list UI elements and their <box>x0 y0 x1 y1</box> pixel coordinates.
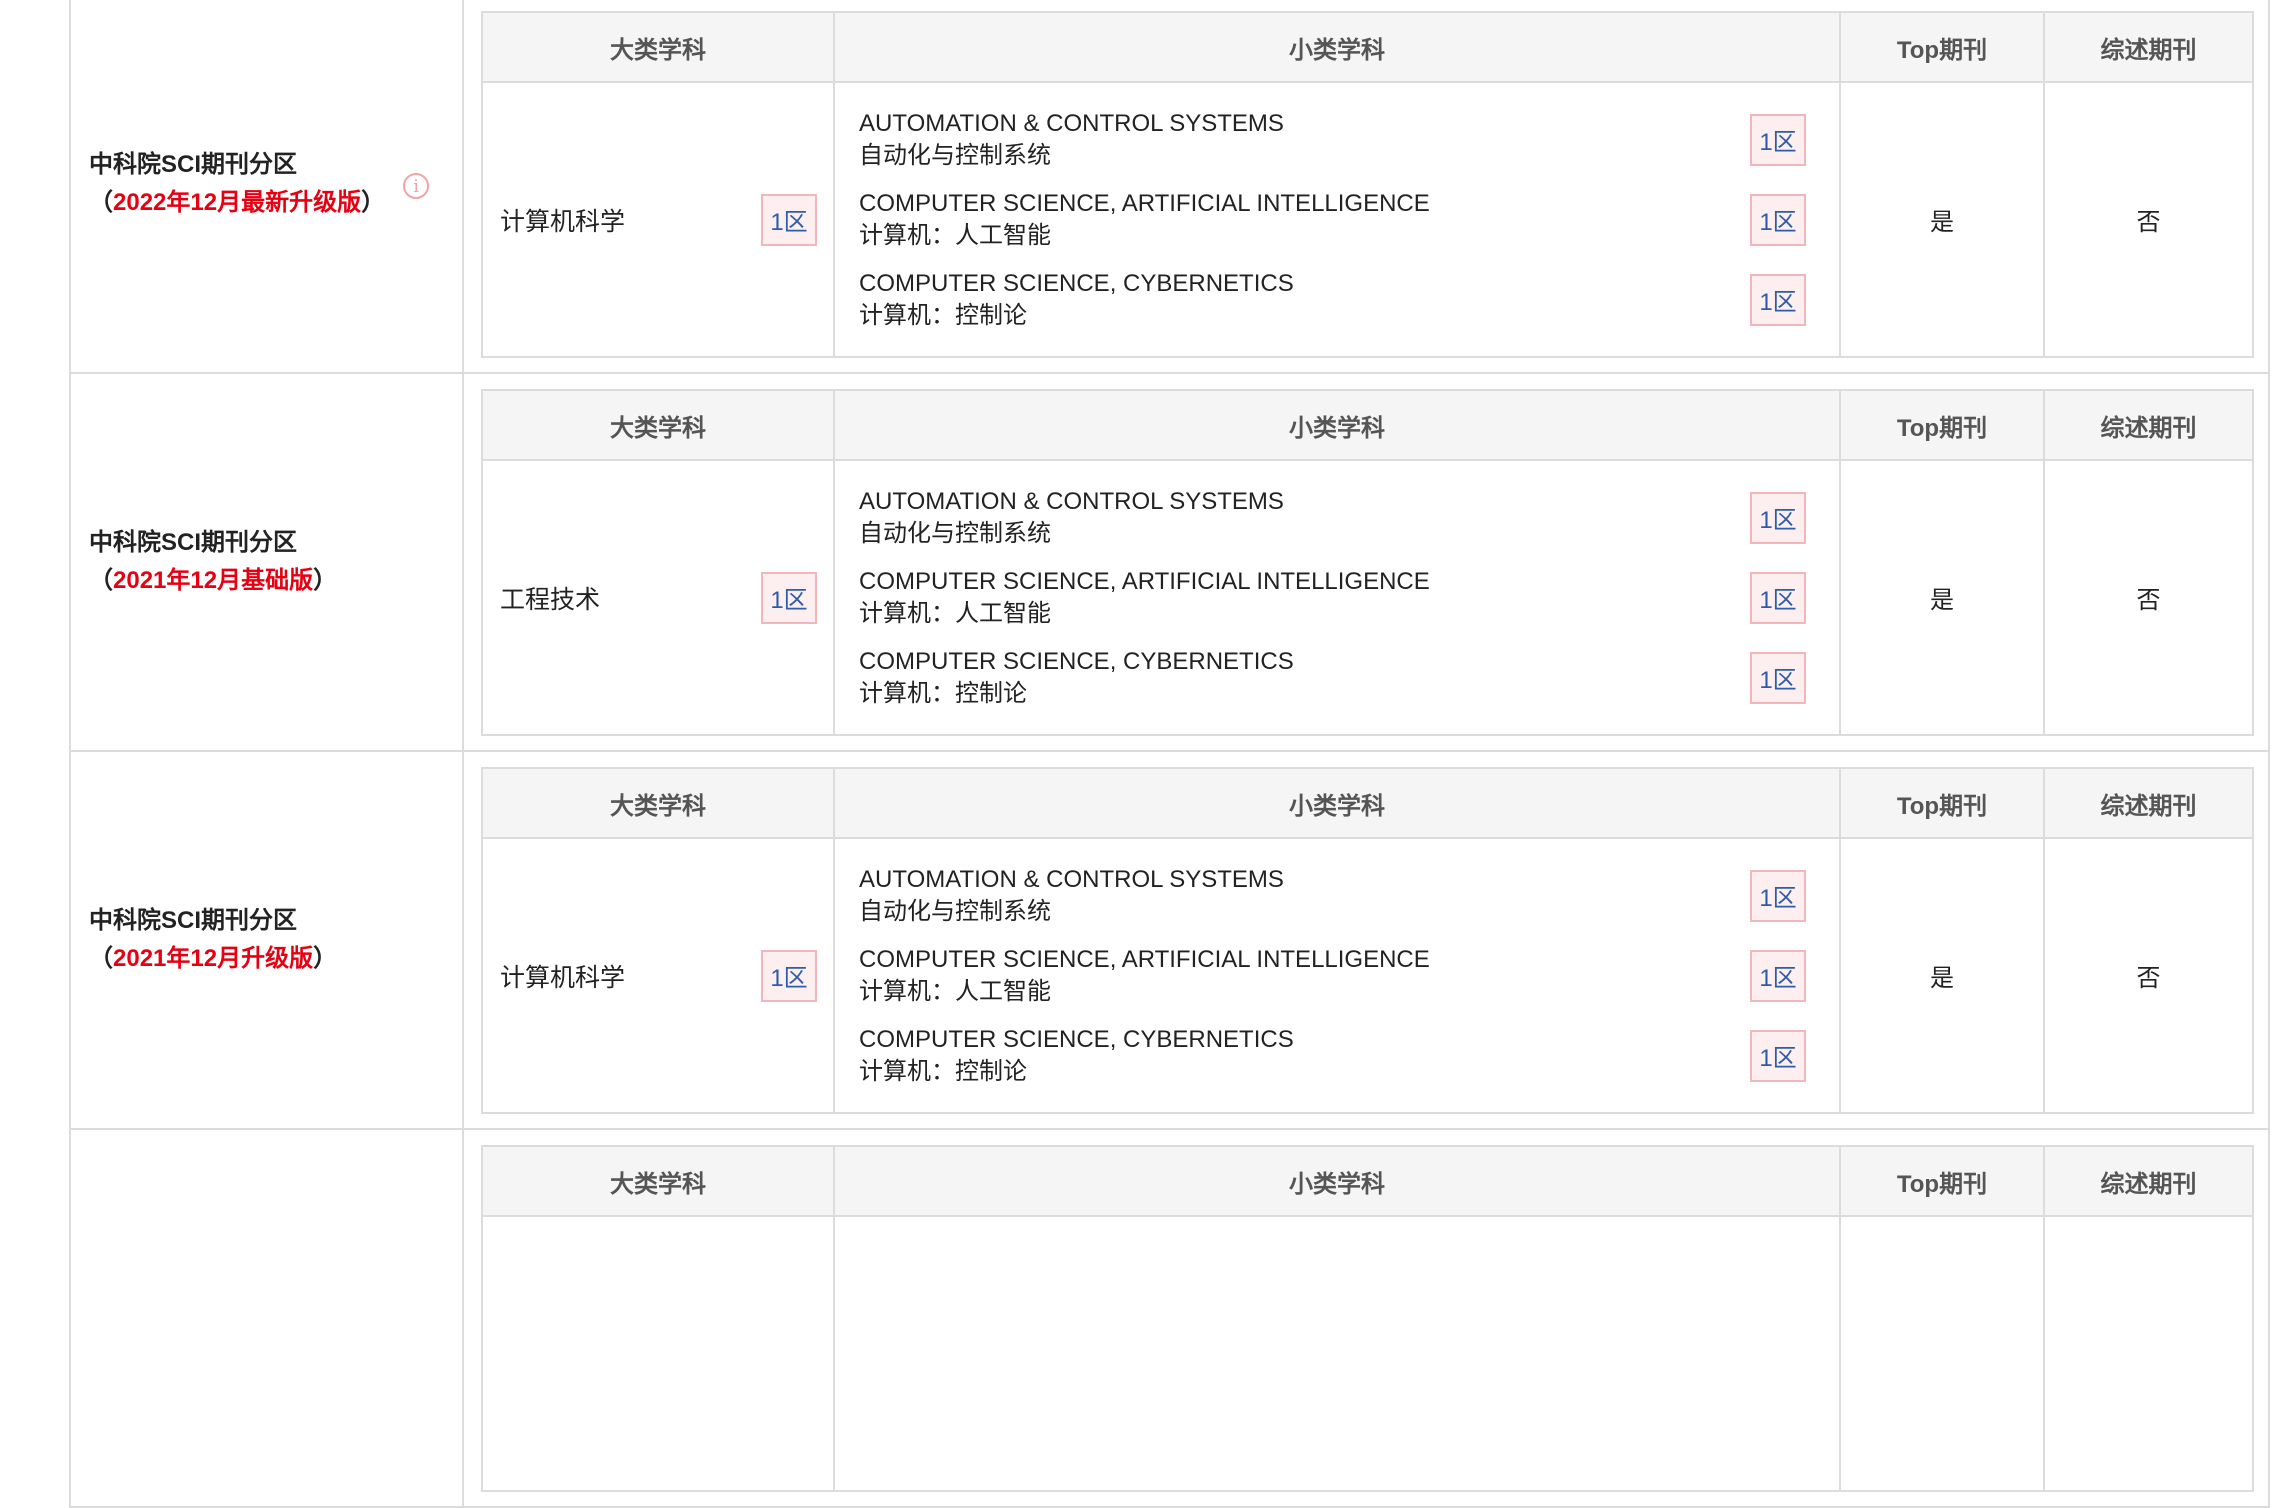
major-subject-cell: 计算机科学 1区 <box>483 839 835 1112</box>
minor-subject-cn: 自动化与控制系统 <box>859 897 1051 925</box>
minor-subject-item: AUTOMATION & CONTROL SYSTEMS 自动化与控制系统 1区 <box>859 856 1806 936</box>
partition-title: 中科院SCI期刊分区 <box>89 151 298 178</box>
header-top: Top期刊 <box>1841 1147 2045 1215</box>
header-minor: 小类学科 <box>835 391 1841 459</box>
partition-row: 中科院SCI期刊分区 （2022年12月最新升级版） i 大类学科 小类学科 T… <box>71 0 2268 374</box>
zone-badge: 1区 <box>1750 273 1806 326</box>
major-subject-cell: 工程技术 1区 <box>483 461 835 734</box>
subject-table: 大类学科 小类学科 Top期刊 综述期刊 计算机科学 1区 AUTOMATION… <box>481 11 2254 358</box>
header-top: Top期刊 <box>1841 769 2045 837</box>
version-text: 2021年12月基础版 <box>113 567 314 594</box>
minor-subject-item: COMPUTER SCIENCE, CYBERNETICS 计算机：控制论 1区 <box>859 1016 1806 1096</box>
review-journal-value: 否 <box>2136 587 2161 614</box>
partition-label-cell: 中科院SCI期刊分区 （2022年12月最新升级版） i <box>71 0 464 372</box>
minor-subject-cell: AUTOMATION & CONTROL SYSTEMS 自动化与控制系统 1区 … <box>835 839 1841 1112</box>
minor-subject-cell: AUTOMATION & CONTROL SYSTEMS 自动化与控制系统 1区 … <box>835 461 1841 734</box>
subject-table: 大类学科 小类学科 Top期刊 综述期刊 工程技术 1区 AUTOMATION … <box>481 389 2254 736</box>
minor-subject-item: AUTOMATION & CONTROL SYSTEMS 自动化与控制系统 1区 <box>859 478 1806 558</box>
header-review: 综述期刊 <box>2100 792 2197 820</box>
zone-badge: 1区 <box>761 949 817 1002</box>
subject-table: 大类学科 小类学科 Top期刊 综述期刊 计算机科学 1区 AUTOMATION… <box>481 767 2254 1114</box>
partition-row: 大类学科 小类学科 Top期刊 综述期刊 <box>71 1130 2268 1508</box>
minor-subject-cn: 自动化与控制系统 <box>859 141 1051 169</box>
minor-subject-item: COMPUTER SCIENCE, ARTIFICIAL INTELLIGENC… <box>859 558 1806 638</box>
partition-label-cell <box>71 1130 464 1506</box>
major-subject-cell: 计算机科学 1区 <box>483 83 835 356</box>
review-journal-value: 否 <box>2136 965 2161 992</box>
top-journal-value: 是 <box>1841 839 2045 1112</box>
partition-title: 中科院SCI期刊分区 <box>89 529 298 556</box>
minor-subject-en: COMPUTER SCIENCE, ARTIFICIAL INTELLIGENC… <box>859 567 1430 595</box>
subject-table-header: 大类学科 小类学科 Top期刊 综述期刊 <box>483 769 2252 839</box>
zone-badge: 1区 <box>1750 491 1806 544</box>
partition-row: 中科院SCI期刊分区 （2021年12月基础版） 大类学科 小类学科 Top期刊… <box>71 374 2268 752</box>
header-review: 综述期刊 <box>2100 414 2197 442</box>
header-top: Top期刊 <box>1841 391 2045 459</box>
minor-subject-en: COMPUTER SCIENCE, ARTIFICIAL INTELLIGENC… <box>859 189 1430 217</box>
partition-table: 中科院SCI期刊分区 （2022年12月最新升级版） i 大类学科 小类学科 T… <box>69 0 2270 1508</box>
minor-subject-en: COMPUTER SCIENCE, CYBERNETICS <box>859 269 1294 297</box>
minor-subject-cn: 计算机：人工智能 <box>859 599 1051 627</box>
version-text: 2022年12月最新升级版 <box>113 189 362 216</box>
minor-subject-cell: AUTOMATION & CONTROL SYSTEMS 自动化与控制系统 1区 … <box>835 83 1841 356</box>
partition-label-cell: 中科院SCI期刊分区 （2021年12月升级版） <box>71 752 464 1128</box>
minor-subject-en: AUTOMATION & CONTROL SYSTEMS <box>859 487 1284 515</box>
partition-version: （2021年12月升级版） <box>89 945 338 972</box>
zone-badge: 1区 <box>1750 651 1806 704</box>
header-major: 大类学科 <box>483 769 835 837</box>
header-major: 大类学科 <box>483 391 835 459</box>
partition-label-cell: 中科院SCI期刊分区 （2021年12月基础版） <box>71 374 464 750</box>
minor-subject-cn: 计算机：人工智能 <box>859 977 1051 1005</box>
minor-subject-en: AUTOMATION & CONTROL SYSTEMS <box>859 865 1284 893</box>
minor-subject-item: COMPUTER SCIENCE, ARTIFICIAL INTELLIGENC… <box>859 936 1806 1016</box>
minor-subject-cn: 计算机：控制论 <box>859 1057 1027 1085</box>
zone-badge: 1区 <box>1750 1029 1806 1082</box>
zone-badge: 1区 <box>761 193 817 246</box>
header-top: Top期刊 <box>1841 13 2045 81</box>
info-icon[interactable]: i <box>403 173 430 199</box>
zone-badge: 1区 <box>761 571 817 624</box>
subject-table-header: 大类学科 小类学科 Top期刊 综述期刊 <box>483 1147 2252 1217</box>
partition-title: 中科院SCI期刊分区 <box>89 907 298 934</box>
minor-subject-en: COMPUTER SCIENCE, CYBERNETICS <box>859 1025 1294 1053</box>
minor-subject-cn: 计算机：人工智能 <box>859 221 1051 249</box>
minor-subject-en: COMPUTER SCIENCE, ARTIFICIAL INTELLIGENC… <box>859 945 1430 973</box>
version-text: 2021年12月升级版 <box>113 945 314 972</box>
minor-subject-en: AUTOMATION & CONTROL SYSTEMS <box>859 109 1284 137</box>
partition-version: （2022年12月最新升级版） <box>89 189 386 216</box>
partition-row: 中科院SCI期刊分区 （2021年12月升级版） 大类学科 小类学科 Top期刊… <box>71 752 2268 1130</box>
zone-badge: 1区 <box>1750 571 1806 624</box>
major-subject-name: 计算机科学 <box>500 207 626 236</box>
minor-subject-item: COMPUTER SCIENCE, ARTIFICIAL INTELLIGENC… <box>859 180 1806 260</box>
header-major: 大类学科 <box>483 13 835 81</box>
minor-subject-item: COMPUTER SCIENCE, CYBERNETICS 计算机：控制论 1区 <box>859 638 1806 718</box>
minor-subject-cn: 计算机：控制论 <box>859 301 1027 329</box>
zone-badge: 1区 <box>1750 949 1806 1002</box>
top-journal-value: 是 <box>1841 83 2045 356</box>
header-minor: 小类学科 <box>835 1147 1841 1215</box>
review-journal-value: 否 <box>2136 209 2161 236</box>
zone-badge: 1区 <box>1750 113 1806 166</box>
header-major: 大类学科 <box>483 1147 835 1215</box>
top-journal-value: 是 <box>1841 461 2045 734</box>
header-review: 综述期刊 <box>2100 36 2197 64</box>
header-minor: 小类学科 <box>835 13 1841 81</box>
subject-table: 大类学科 小类学科 Top期刊 综述期刊 <box>481 1145 2254 1492</box>
minor-subject-cn: 自动化与控制系统 <box>859 519 1051 547</box>
major-subject-name: 工程技术 <box>500 585 601 614</box>
subject-table-header: 大类学科 小类学科 Top期刊 综述期刊 <box>483 391 2252 461</box>
subject-table-header: 大类学科 小类学科 Top期刊 综述期刊 <box>483 13 2252 83</box>
header-minor: 小类学科 <box>835 769 1841 837</box>
minor-subject-item: AUTOMATION & CONTROL SYSTEMS 自动化与控制系统 1区 <box>859 100 1806 180</box>
major-subject-name: 计算机科学 <box>500 963 626 992</box>
partition-version: （2021年12月基础版） <box>89 567 338 594</box>
minor-subject-item: COMPUTER SCIENCE, CYBERNETICS 计算机：控制论 1区 <box>859 260 1806 340</box>
zone-badge: 1区 <box>1750 869 1806 922</box>
header-review: 综述期刊 <box>2100 1170 2197 1198</box>
zone-badge: 1区 <box>1750 193 1806 246</box>
minor-subject-en: COMPUTER SCIENCE, CYBERNETICS <box>859 647 1294 675</box>
minor-subject-cn: 计算机：控制论 <box>859 679 1027 707</box>
